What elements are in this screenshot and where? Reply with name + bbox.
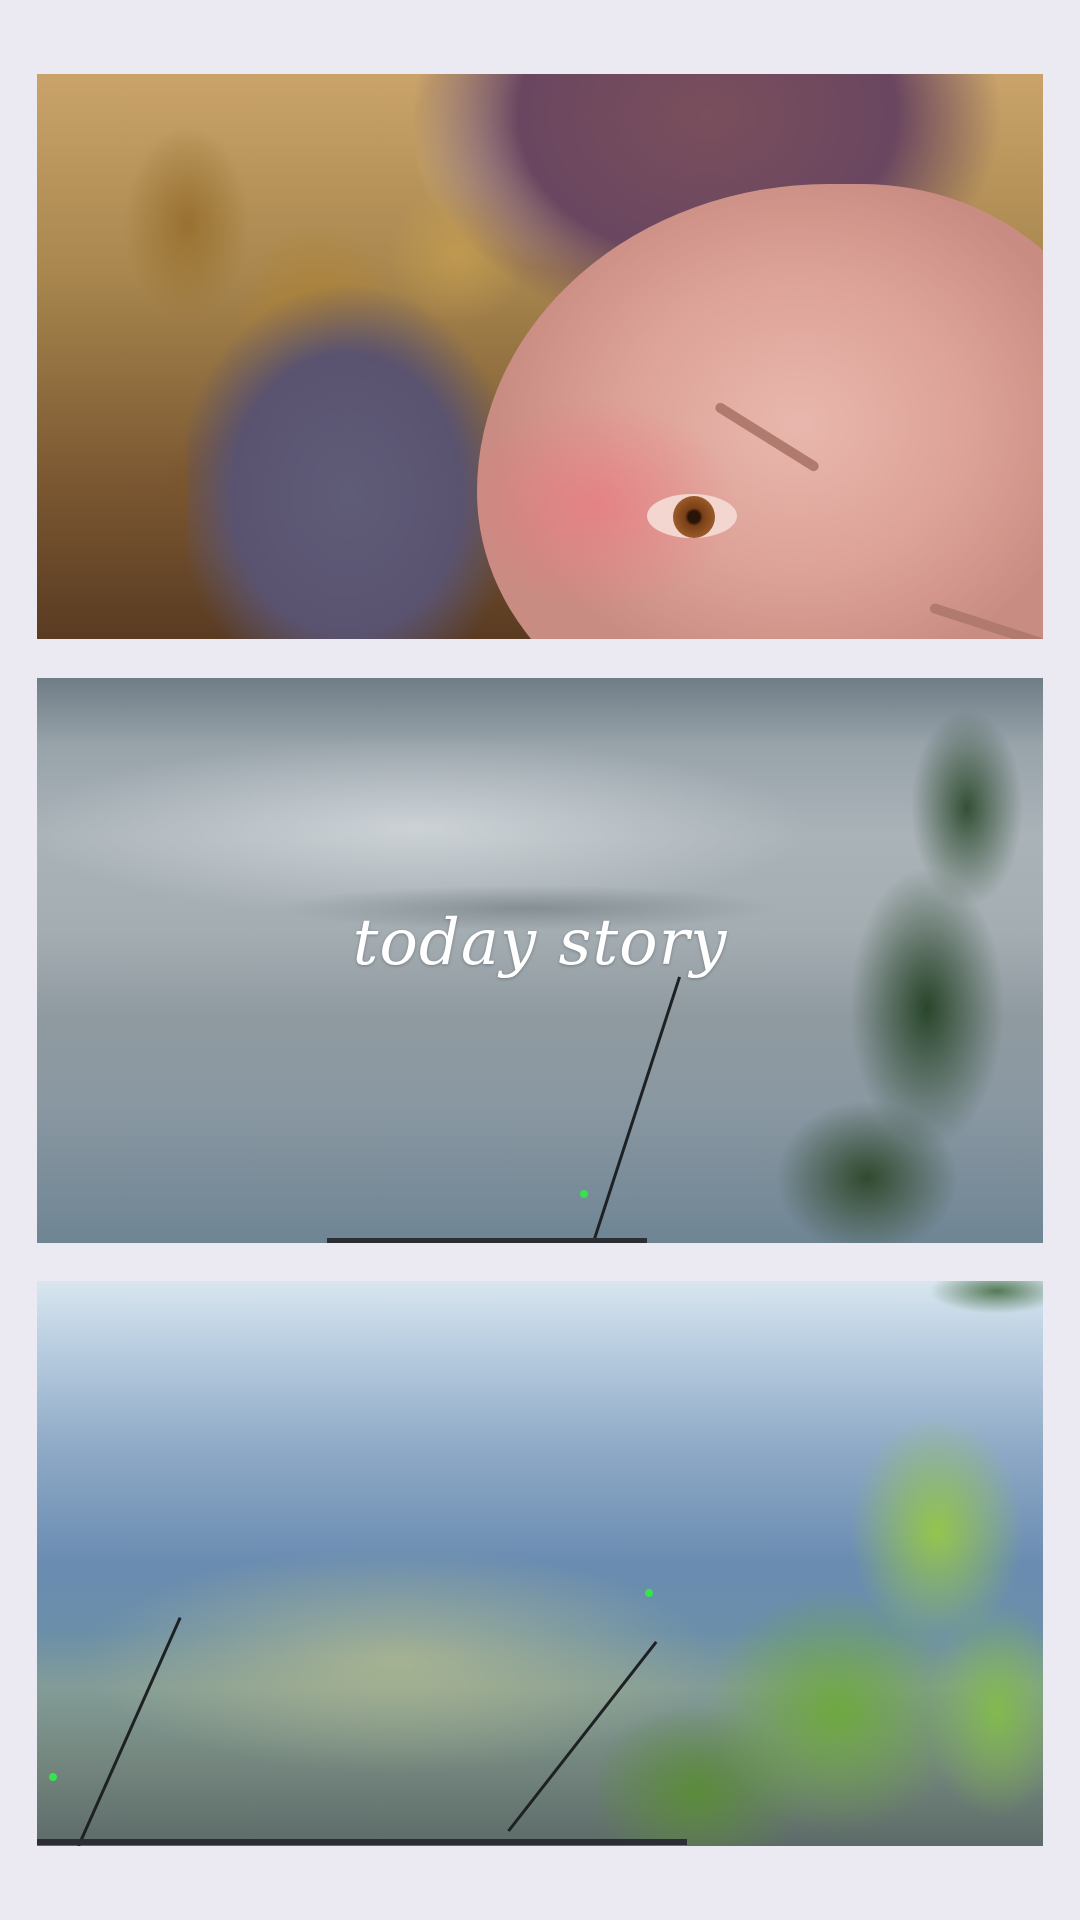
rod-bite-indicator — [49, 1773, 57, 1781]
leafy-bush — [597, 1411, 1043, 1846]
rod-bite-indicator — [580, 1190, 588, 1198]
story-title-text: today story — [352, 906, 728, 980]
iris — [673, 496, 715, 538]
far-shore — [917, 1281, 1043, 1321]
rod-holder-bar — [327, 1238, 647, 1243]
eye-left — [647, 494, 737, 538]
rod-bite-indicator — [645, 1589, 653, 1597]
story-collage: today story — [0, 0, 1080, 1920]
photo-panel-foggy-lake[interactable]: today story — [37, 678, 1043, 1243]
photo-panel-selfie[interactable] — [37, 74, 1043, 639]
photo-panel-clear-lake[interactable] — [37, 1281, 1043, 1846]
rod-holder-bar — [37, 1839, 687, 1845]
